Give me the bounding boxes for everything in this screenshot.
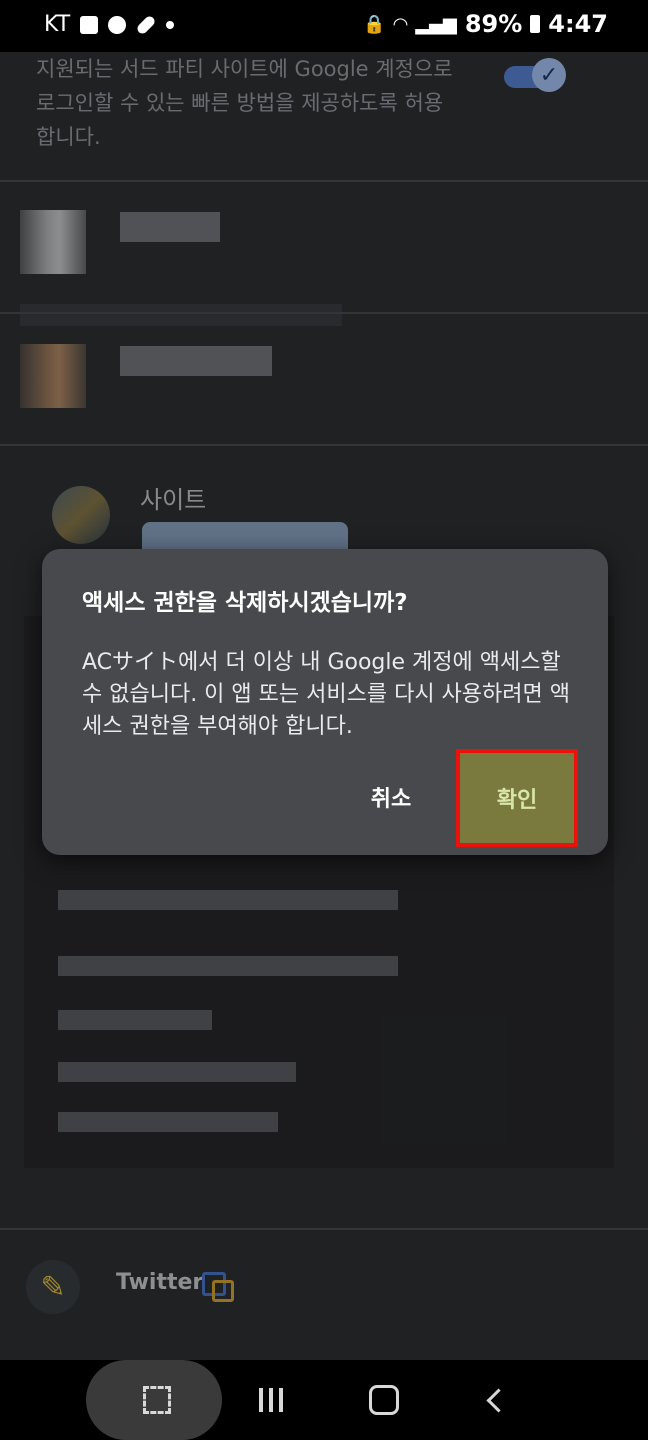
remove-access-dialog: 액세스 권한을 삭제하시겠습니까? ACサイト에서 더 이상 내 Google … bbox=[42, 549, 608, 855]
navigation-bar bbox=[0, 1360, 648, 1440]
cancel-button[interactable]: 취소 bbox=[360, 775, 422, 819]
kakaotalk-icon bbox=[108, 15, 127, 34]
status-bar: KT 🔒 ◠ ▂▄▆ 89% 4:47 bbox=[0, 0, 648, 52]
home-button[interactable] bbox=[368, 1378, 400, 1422]
confirm-button[interactable]: 확인 bbox=[456, 749, 578, 847]
pill-icon bbox=[135, 13, 157, 36]
dialog-title: 액세스 권한을 삭제하시겠습니까? bbox=[82, 590, 408, 616]
signal-icon: ▂▄▆ bbox=[415, 13, 457, 35]
carrier-label: KT bbox=[44, 12, 71, 37]
wifi-icon: ◠ bbox=[393, 13, 408, 35]
clock: 4:47 bbox=[548, 10, 608, 38]
back-button[interactable] bbox=[485, 1378, 511, 1422]
battery-icon bbox=[530, 15, 541, 33]
recent-apps-icon bbox=[259, 1388, 283, 1412]
lock-icon: 🔒 bbox=[363, 13, 386, 35]
more-notifications-dot bbox=[166, 20, 175, 29]
home-icon bbox=[369, 1385, 399, 1415]
gallery-icon bbox=[80, 15, 99, 34]
capture-icon bbox=[142, 1378, 172, 1422]
back-icon bbox=[485, 1387, 511, 1413]
recent-apps-button[interactable] bbox=[256, 1378, 286, 1422]
battery-percent: 89% bbox=[464, 10, 523, 38]
dialog-message: ACサイト에서 더 이상 내 Google 계정에 액세스할 수 없습니다. 이… bbox=[82, 650, 570, 739]
